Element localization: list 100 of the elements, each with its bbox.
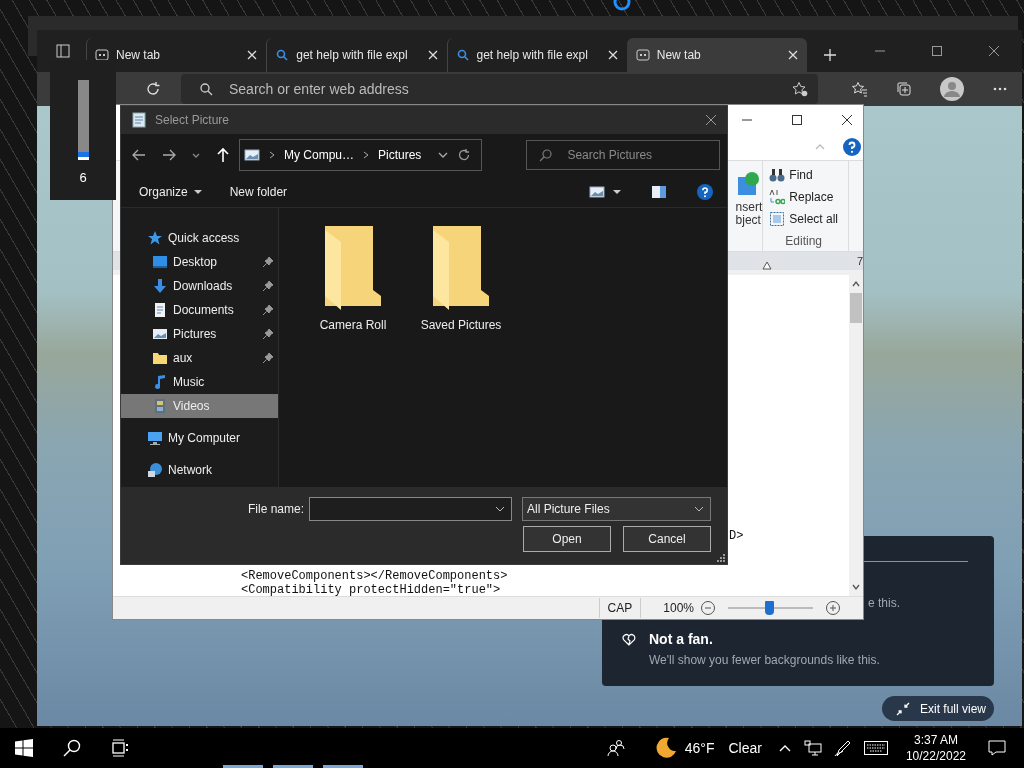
- back-arrow-icon[interactable]: [131, 147, 147, 163]
- address-breadcrumb-bar[interactable]: My Compu… Pictures: [239, 139, 483, 171]
- cancel-button[interactable]: Cancel: [623, 526, 711, 552]
- insert-object-label[interactable]: nsert bject: [735, 201, 763, 227]
- pin-icon[interactable]: [262, 256, 274, 268]
- nav-pane-item[interactable]: Desktop: [121, 250, 278, 274]
- forward-arrow-icon[interactable]: [161, 147, 177, 163]
- chevron-down-icon: [694, 504, 704, 514]
- notification-center-icon[interactable]: [988, 739, 1006, 757]
- open-button[interactable]: Open: [523, 526, 611, 552]
- download-arrow-icon: [152, 278, 168, 294]
- task-view-icon[interactable]: [111, 739, 129, 757]
- search-input[interactable]: Search Pictures: [565, 147, 710, 163]
- nav-pane-item[interactable]: Downloads: [121, 274, 278, 298]
- document-icon: [152, 302, 168, 318]
- close-icon[interactable]: [841, 113, 853, 126]
- search-icon[interactable]: [63, 739, 81, 757]
- volume-reading: 6: [79, 170, 87, 185]
- view-options-icon[interactable]: [589, 183, 605, 200]
- help-icon[interactable]: [697, 183, 713, 200]
- exit-full-view-button[interactable]: Exit full view: [882, 696, 994, 721]
- close-icon[interactable]: [705, 114, 717, 126]
- windows-start-icon[interactable]: [15, 739, 33, 757]
- people-icon[interactable]: [606, 739, 625, 757]
- caret-icon[interactable]: [613, 187, 621, 196]
- pen-icon[interactable]: [833, 739, 852, 757]
- select-all-icon: [769, 210, 786, 227]
- window-title: Select Picture: [155, 113, 230, 127]
- nav-pane-item[interactable]: aux: [121, 346, 278, 370]
- close-icon[interactable]: [246, 49, 259, 61]
- page-icon: [635, 48, 650, 62]
- address-bar[interactable]: Search or enter web address: [181, 74, 818, 104]
- maximize-icon[interactable]: [931, 45, 943, 57]
- indent-marker-icon[interactable]: [762, 262, 772, 270]
- nav-pane-item[interactable]: Quick access: [121, 226, 278, 250]
- collections-icon[interactable]: [896, 81, 912, 97]
- globe-icon: [147, 462, 163, 478]
- page-icon: [95, 48, 109, 62]
- zoom-out-icon[interactable]: [700, 600, 716, 616]
- organize-menu-button[interactable]: Organize: [129, 182, 212, 201]
- breadcrumb-item[interactable]: My Compu…: [284, 148, 354, 162]
- add-favorite-icon[interactable]: [792, 81, 808, 97]
- pin-icon[interactable]: [262, 328, 274, 340]
- collapse-arrows-icon: [896, 701, 910, 716]
- clock[interactable]: 3:37 AM 10/22/2022: [905, 732, 966, 764]
- volume-slider[interactable]: [77, 80, 89, 160]
- chevron-down-icon: [495, 504, 505, 514]
- ribbon-group-label: Editing: [784, 234, 823, 248]
- refresh-icon[interactable]: [457, 148, 472, 162]
- feedback-option-description: We'll show you fewer backgrounds like this.: [649, 653, 880, 667]
- nav-pane-item[interactable]: My Computer: [121, 426, 278, 450]
- tab-actions-icon[interactable]: [55, 43, 71, 59]
- favorites-icon[interactable]: [852, 81, 868, 97]
- zoom-level-text: 100%: [663, 601, 694, 615]
- new-folder-button[interactable]: New folder: [219, 182, 298, 201]
- file-name-field[interactable]: [309, 497, 512, 521]
- broken-heart-icon[interactable]: [622, 633, 636, 647]
- new-tab-icon[interactable]: [823, 48, 837, 62]
- close-icon[interactable]: [606, 49, 619, 61]
- scroll-up-icon[interactable]: [851, 279, 861, 289]
- ribbon-command[interactable]: Select all: [769, 209, 838, 228]
- scrollbar-thumb[interactable]: [850, 293, 862, 323]
- search-field[interactable]: Search Pictures: [526, 140, 721, 170]
- weather-widget[interactable]: 46°F Clear: [654, 737, 762, 759]
- pin-icon[interactable]: [262, 304, 274, 316]
- pin-icon[interactable]: [262, 352, 274, 364]
- film-icon: [152, 398, 168, 414]
- network-icon[interactable]: [803, 739, 822, 757]
- nav-pane-item[interactable]: Pictures: [121, 322, 278, 346]
- resize-grip-icon[interactable]: [717, 554, 725, 562]
- scrollbar[interactable]: [849, 275, 863, 596]
- ribbon-command[interactable]: Replace: [769, 187, 838, 206]
- nav-pane-item[interactable]: Network: [121, 458, 278, 482]
- chevron-right-icon: [362, 151, 370, 159]
- replace-icon: [769, 188, 786, 205]
- folder-item[interactable]: Saved Pictures: [407, 226, 515, 332]
- browser-tab[interactable]: New tab: [626, 38, 807, 72]
- refresh-icon[interactable]: [145, 81, 161, 97]
- close-icon[interactable]: [988, 45, 1000, 57]
- caps-lock-indicator: CAP: [598, 598, 642, 618]
- preview-pane-icon[interactable]: [651, 183, 667, 200]
- zoom-slider-thumb[interactable]: [764, 601, 774, 615]
- scroll-down-icon[interactable]: [851, 582, 861, 592]
- maximize-icon[interactable]: [791, 113, 803, 126]
- zoom-in-icon[interactable]: [825, 600, 841, 616]
- nav-pane-item[interactable]: Documents: [121, 298, 278, 322]
- pin-icon[interactable]: [262, 280, 274, 292]
- binoculars-icon: [769, 166, 786, 183]
- ribbon-command[interactable]: Find: [769, 165, 838, 184]
- keyboard-icon[interactable]: [863, 741, 888, 755]
- profile-avatar-icon[interactable]: [940, 77, 964, 101]
- file-type-dropdown[interactable]: All Picture Files: [522, 497, 711, 521]
- nav-pane-item[interactable]: Videos: [121, 394, 278, 418]
- folder-item[interactable]: Camera Roll: [299, 226, 407, 332]
- breadcrumb-item[interactable]: Pictures: [378, 148, 422, 162]
- feedback-option-title[interactable]: Not a fan.: [649, 631, 713, 647]
- nav-pane-item[interactable]: Music: [121, 370, 278, 394]
- ruler-number: 7: [856, 255, 863, 267]
- document-text-line: <Compatibility protectHidden="true">: [241, 583, 501, 596]
- up-arrow-icon[interactable]: [215, 147, 231, 163]
